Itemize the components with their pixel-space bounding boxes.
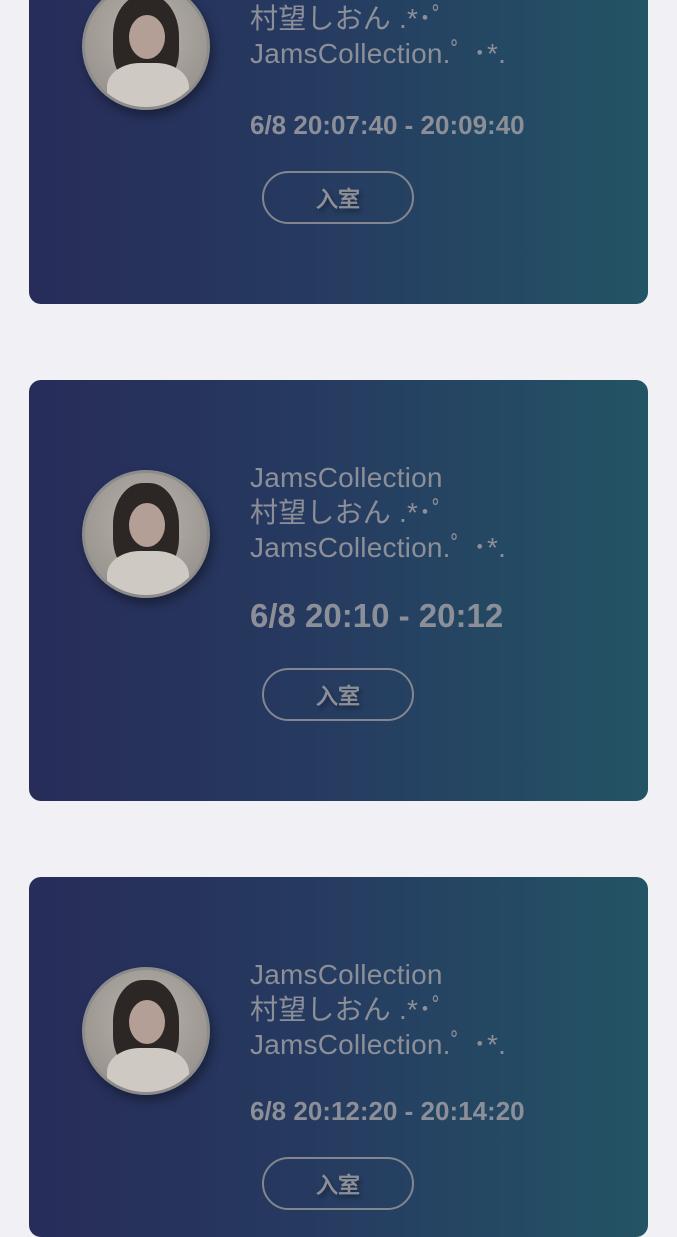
avatar[interactable]	[82, 0, 210, 110]
live-session-card: JamsCollection 村望しおん .*･ﾟ JamsCollection…	[29, 380, 648, 801]
group-name: JamsCollection	[250, 959, 443, 990]
avatar[interactable]	[82, 470, 210, 598]
live-session-card: JamsCollection 村望しおん .*･ﾟ JamsCollection…	[29, 877, 648, 1237]
enter-room-button[interactable]: 入室	[262, 171, 414, 224]
performer-name: 村望しおん .*･ﾟ	[250, 994, 447, 1025]
enter-room-button[interactable]: 入室	[262, 668, 414, 721]
session-time: 6/8 20:12:20 - 20:14:20	[250, 1096, 525, 1126]
performer-name: 村望しおん .*･ﾟ	[250, 3, 447, 34]
group-name: JamsCollection.ﾟ ･*.	[250, 1029, 507, 1060]
group-name: JamsCollection	[250, 462, 443, 493]
card-title: JamsCollection 村望しおん .*･ﾟ JamsCollection…	[250, 957, 506, 1062]
group-name: JamsCollection.ﾟ ･*.	[250, 38, 507, 69]
session-time: 6/8 20:10 - 20:12	[250, 597, 504, 634]
card-title: JamsCollection 村望しおん .*･ﾟ JamsCollection…	[250, 460, 506, 565]
performer-name: 村望しおん .*･ﾟ	[250, 497, 447, 528]
live-session-card: 村望しおん .*･ﾟ JamsCollection.ﾟ ･*. 6/8 20:0…	[29, 0, 648, 304]
avatar[interactable]	[82, 967, 210, 1095]
session-time: 6/8 20:07:40 - 20:09:40	[250, 110, 525, 140]
group-name: JamsCollection.ﾟ ･*.	[250, 532, 507, 563]
card-title: 村望しおん .*･ﾟ JamsCollection.ﾟ ･*.	[250, 1, 506, 71]
enter-room-button[interactable]: 入室	[262, 1157, 414, 1210]
